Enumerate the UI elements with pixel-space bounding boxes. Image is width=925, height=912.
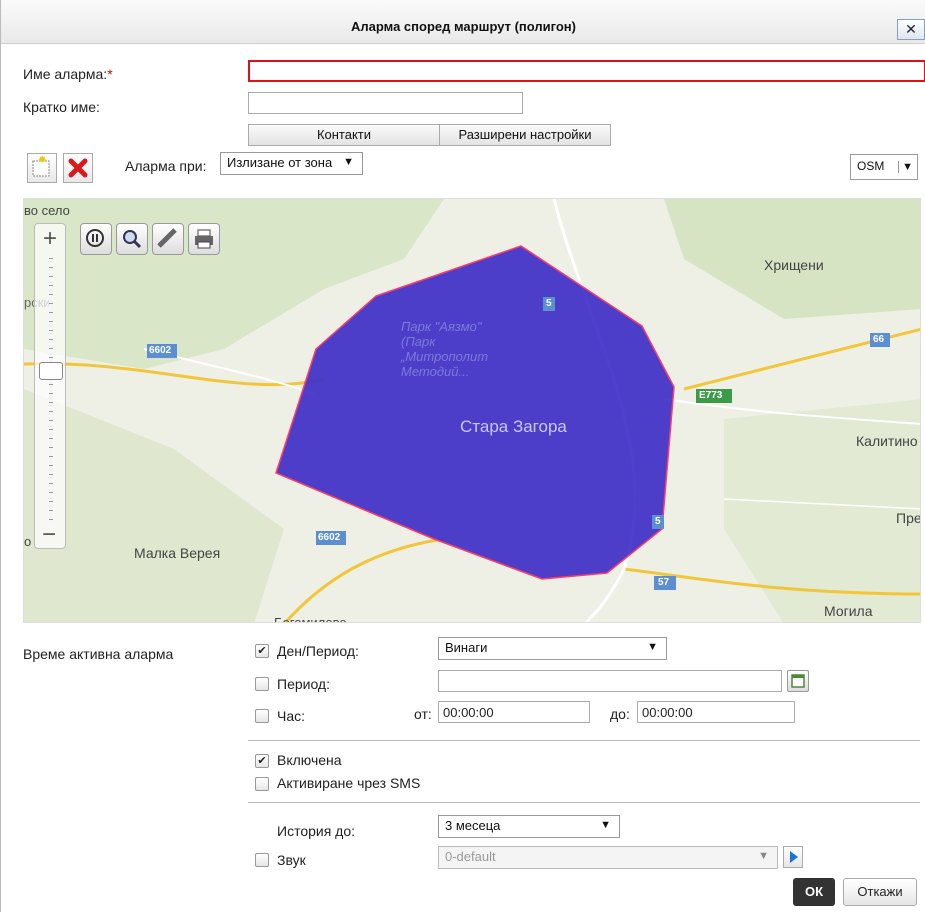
place-label: Могила [824, 603, 873, 619]
place-label: Богомилово [274, 615, 347, 623]
magnifier-icon [123, 230, 142, 249]
alarm-on-select[interactable]: Излизане от зона ▼ [220, 152, 363, 175]
map-view[interactable]: 6602 6602 5 5 66 E773 57 Парк "Аязмо" (П… [23, 198, 921, 623]
zoom-tool-button[interactable] [116, 223, 148, 255]
from-label: от: [414, 706, 432, 722]
zoom-track[interactable] [49, 258, 53, 522]
hour-label: Час: [277, 708, 306, 724]
dropdown-arrow-icon: ▼ [600, 819, 611, 831]
alarm-name-label-text: Име аларма: [23, 66, 108, 82]
period-label: Период: [277, 676, 330, 692]
divider [248, 740, 920, 741]
delete-x-icon [68, 158, 88, 178]
sound-label: Звук [277, 852, 306, 868]
period-input[interactable] [438, 670, 782, 692]
dropdown-arrow-icon: ▼ [758, 850, 769, 862]
dropdown-arrow-icon: ▼ [898, 161, 913, 173]
park-label: Парк "Аязмо" (Парк „Митрополит Методий..… [401, 319, 489, 379]
dialog-title: Аларма според маршрут (полигон) [351, 19, 576, 34]
from-time-input[interactable] [438, 701, 590, 723]
alarm-on-value: Излизане от зона [227, 155, 333, 170]
alarm-zone-polygon[interactable] [275, 245, 675, 580]
alarm-name-input[interactable] [248, 60, 925, 82]
sms-activation-label: Активиране чрез SMS [277, 775, 421, 791]
calendar-button[interactable] [787, 670, 809, 692]
short-name-label: Кратко име: [23, 99, 100, 115]
enabled-checkbox[interactable]: ✔ [255, 754, 269, 768]
play-sound-button[interactable] [783, 846, 803, 868]
map-layer-select[interactable]: OSM ▼ [850, 154, 918, 180]
city-label: Стара Загора [460, 417, 567, 436]
measure-tool-button[interactable] [152, 223, 184, 255]
enabled-label: Включена [277, 752, 342, 768]
dropdown-arrow-icon: ▼ [647, 641, 658, 653]
road-label: 6602 [149, 345, 172, 356]
zoom-in-icon[interactable]: + [43, 227, 57, 251]
place-label: Пре [896, 510, 921, 526]
alarm-dialog: Аларма според маршрут (полигон) ✕ Име ал… [0, 0, 925, 912]
ruler-icon [157, 228, 177, 248]
place-label: Малка Верея [134, 545, 221, 561]
new-polygon-button[interactable] [27, 153, 57, 183]
road-label: 66 [873, 334, 885, 345]
zoom-handle[interactable] [39, 362, 63, 380]
zoom-slider[interactable]: + − [34, 223, 66, 549]
delete-polygon-button[interactable] [63, 153, 93, 183]
printer-icon [195, 229, 213, 249]
dialog-titlebar: Аларма според маршрут (полигон) ✕ [1, 0, 925, 44]
new-document-icon [32, 155, 50, 177]
place-label: о [24, 534, 32, 549]
hand-icon [86, 229, 104, 247]
history-value: 3 месеца [445, 818, 501, 833]
sound-value: 0-default [445, 849, 496, 864]
sound-select[interactable]: 0-default ▼ [438, 846, 778, 869]
history-select[interactable]: 3 месеца ▼ [438, 815, 620, 838]
to-label: до: [610, 706, 630, 722]
divider [248, 802, 920, 803]
road-label: 5 [546, 298, 552, 309]
advanced-settings-button[interactable]: Разширени настройки [439, 124, 611, 146]
day-period-checkbox[interactable]: ✔ [255, 644, 269, 658]
day-period-select[interactable]: Винаги ▼ [438, 637, 667, 660]
pan-tool-button[interactable] [80, 223, 112, 255]
period-checkbox[interactable] [255, 677, 269, 691]
road-label: E773 [699, 390, 723, 401]
close-button[interactable]: ✕ [897, 19, 925, 40]
short-name-input[interactable] [248, 92, 523, 114]
place-label: Хрищени [764, 257, 824, 273]
place-label: Калитино [856, 433, 918, 449]
day-period-value: Винаги [445, 640, 488, 655]
alarm-name-label: Име аларма:* [23, 66, 113, 82]
place-label: во село [24, 203, 70, 218]
hour-checkbox[interactable] [255, 709, 269, 723]
map-layer-value: OSM [857, 159, 885, 173]
day-period-label: Ден/Период: [277, 643, 359, 659]
sms-activation-checkbox[interactable] [255, 777, 269, 791]
contacts-button[interactable]: Контакти [248, 124, 440, 146]
to-time-input[interactable] [637, 701, 795, 723]
play-icon [790, 851, 798, 863]
sound-checkbox[interactable] [255, 853, 269, 867]
required-mark: * [107, 66, 113, 82]
active-time-section-label: Време активна аларма [23, 646, 174, 662]
print-button[interactable] [188, 223, 220, 255]
alarm-on-label: Аларма при: [125, 158, 207, 174]
zoom-out-icon[interactable]: − [42, 523, 56, 547]
road-label: 6602 [318, 532, 341, 543]
road-label: 5 [655, 516, 661, 527]
dropdown-arrow-icon: ▼ [343, 156, 354, 168]
calendar-icon [791, 674, 805, 688]
history-label: История до: [277, 823, 356, 839]
ok-button[interactable]: ОК [793, 878, 835, 906]
road-label: 57 [658, 577, 670, 588]
cancel-button[interactable]: Откажи [843, 878, 917, 906]
